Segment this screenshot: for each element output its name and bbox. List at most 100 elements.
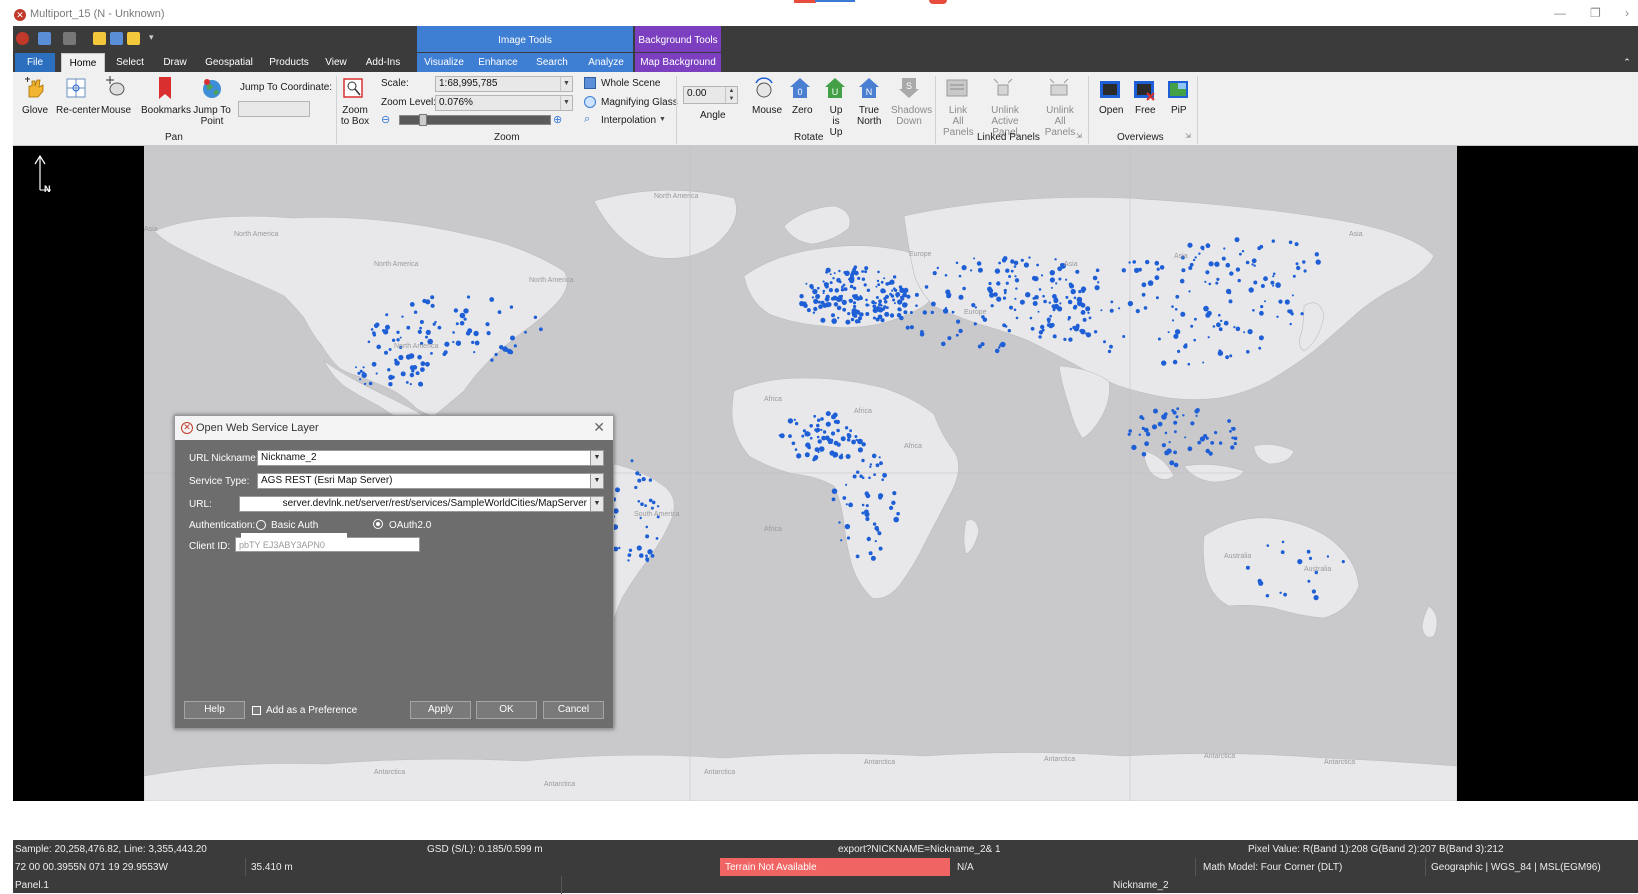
city-marker bbox=[1109, 344, 1113, 349]
add-preference-checkbox[interactable] bbox=[252, 706, 261, 715]
zoom-level-select[interactable]: 0.076% ▼ bbox=[435, 95, 573, 111]
restore-icon[interactable]: ❐ bbox=[1590, 6, 1601, 20]
whole-scene-icon[interactable] bbox=[584, 77, 596, 89]
city-marker bbox=[1065, 295, 1069, 299]
background-tools-label: Background Tools bbox=[638, 35, 718, 46]
undo-icon[interactable] bbox=[38, 32, 51, 45]
ok-button[interactable]: OK bbox=[476, 701, 537, 719]
city-marker bbox=[1220, 319, 1223, 323]
magnifying-glass-label[interactable]: Magnifying Glass bbox=[601, 97, 678, 108]
tab-geospatial[interactable]: Geospatial bbox=[200, 53, 258, 73]
client-id-input[interactable]: pbTY EJ3ABY3APN0 bbox=[235, 537, 420, 552]
layers-icon[interactable] bbox=[110, 32, 123, 45]
tab-enhance[interactable]: Enhance bbox=[471, 53, 525, 73]
edit-icon[interactable] bbox=[127, 32, 140, 45]
map-region-label: Africa bbox=[764, 526, 782, 533]
scale-select[interactable]: 1:68,995,785 ▼ bbox=[435, 76, 573, 92]
basic-auth-radio[interactable] bbox=[256, 520, 266, 530]
city-marker bbox=[1049, 270, 1055, 276]
dialog-launcher-icon[interactable]: ⇲ bbox=[1076, 132, 1082, 140]
panel-readout: Panel.1 bbox=[15, 880, 49, 891]
bookmarks-icon[interactable] bbox=[155, 77, 177, 99]
collapse-ribbon-icon[interactable]: ⌃ bbox=[1620, 53, 1634, 73]
zoom-in-icon[interactable]: ⊕ bbox=[553, 113, 562, 126]
city-marker bbox=[437, 325, 442, 330]
city-marker bbox=[637, 478, 642, 483]
city-marker bbox=[863, 283, 867, 287]
unlink-active-panel-icon[interactable] bbox=[992, 77, 1014, 99]
app-menu-icon[interactable] bbox=[16, 32, 29, 45]
spinner-icon[interactable]: ▲ ▼ bbox=[725, 87, 737, 103]
interpolation-icon[interactable]: ⌕ bbox=[584, 113, 590, 126]
tab-map-background[interactable]: Map Background bbox=[635, 53, 721, 73]
city-marker bbox=[1174, 329, 1181, 335]
map-region-label: Africa bbox=[904, 443, 922, 450]
scale-value: 1:68,995,785 bbox=[439, 78, 498, 89]
link-all-panels-icon[interactable] bbox=[946, 77, 968, 99]
city-marker bbox=[474, 340, 480, 346]
unlink-all-panels-icon[interactable] bbox=[1048, 77, 1070, 99]
magnifying-glass-icon[interactable] bbox=[584, 96, 596, 108]
tab-draw[interactable]: Draw bbox=[156, 53, 194, 73]
redo-icon[interactable] bbox=[63, 32, 76, 45]
close-icon[interactable]: › bbox=[1625, 6, 1629, 20]
city-marker bbox=[398, 354, 404, 361]
url-nickname-select[interactable]: Nickname_2 ▼ bbox=[257, 450, 604, 466]
overview-free-icon[interactable] bbox=[1133, 79, 1155, 101]
city-marker bbox=[1145, 432, 1151, 437]
math-model-readout: Math Model: Four Corner (DLT) bbox=[1203, 862, 1343, 873]
service-type-select[interactable]: AGS REST (Esri Map Server) ▼ bbox=[257, 473, 604, 489]
city-marker bbox=[1048, 323, 1054, 329]
jump-to-coordinate-input[interactable] bbox=[238, 101, 310, 117]
select-icon[interactable] bbox=[93, 32, 106, 45]
recenter-icon[interactable] bbox=[65, 77, 87, 99]
city-marker bbox=[848, 278, 851, 281]
mouse-pan-icon[interactable] bbox=[104, 75, 126, 97]
interpolation-dropdown-icon[interactable]: ▼ bbox=[659, 116, 666, 123]
dialog-launcher-icon[interactable]: ⇲ bbox=[1185, 132, 1191, 140]
pip-icon[interactable] bbox=[1167, 79, 1189, 101]
city-marker bbox=[1121, 268, 1126, 273]
help-button[interactable]: Help bbox=[184, 701, 245, 719]
zoom-out-icon[interactable]: ⊖ bbox=[381, 113, 390, 126]
city-marker bbox=[857, 276, 861, 280]
tab-add-ins[interactable]: Add-Ins bbox=[358, 53, 408, 73]
url-input[interactable]: server.devlnk.net/server/rest/services/S… bbox=[239, 496, 604, 512]
zoom-to-box-icon[interactable] bbox=[342, 77, 364, 99]
tab-view[interactable]: View bbox=[320, 53, 352, 73]
zero-label: Zero bbox=[792, 105, 813, 116]
oauth-radio[interactable] bbox=[373, 519, 383, 529]
tab-visualize[interactable]: Visualize bbox=[417, 53, 471, 73]
interpolation-label[interactable]: Interpolation bbox=[601, 115, 656, 126]
cancel-button[interactable]: Cancel bbox=[543, 701, 604, 719]
tab-analyze[interactable]: Analyze bbox=[579, 53, 633, 73]
globe-icon[interactable] bbox=[201, 77, 223, 99]
zero-rotation-icon[interactable]: 0 bbox=[789, 77, 811, 99]
city-marker bbox=[804, 431, 810, 437]
window-title: Multiport_15 (N - Unknown) bbox=[30, 8, 165, 20]
tab-select[interactable]: Select bbox=[110, 53, 150, 73]
whole-scene-label[interactable]: Whole Scene bbox=[601, 78, 660, 89]
up-is-up-icon[interactable]: U bbox=[824, 77, 846, 99]
overview-open-icon[interactable] bbox=[1099, 79, 1121, 101]
true-north-icon[interactable]: N bbox=[858, 77, 880, 99]
angle-stepper[interactable]: 0.00 ▲ ▼ bbox=[683, 86, 738, 104]
city-marker bbox=[1212, 325, 1216, 328]
rotate-group-label: Rotate bbox=[794, 132, 824, 143]
tab-home[interactable]: Home bbox=[61, 53, 105, 73]
tab-search[interactable]: Search bbox=[525, 53, 579, 73]
shadows-down-icon[interactable]: S bbox=[898, 77, 920, 99]
tab-products[interactable]: Products bbox=[264, 53, 314, 73]
mouse-rotate-icon[interactable] bbox=[753, 77, 775, 99]
tab-file[interactable]: File bbox=[15, 53, 55, 73]
apply-button[interactable]: Apply bbox=[410, 701, 471, 719]
close-icon[interactable]: ✕ bbox=[593, 419, 605, 436]
city-marker bbox=[875, 285, 878, 288]
minimize-icon[interactable]: — bbox=[1554, 6, 1566, 20]
city-marker bbox=[1127, 432, 1131, 436]
customize-icon[interactable]: ▾ bbox=[149, 32, 162, 45]
zoom-slider-thumb[interactable] bbox=[419, 114, 427, 126]
city-marker bbox=[1049, 314, 1052, 318]
zoom-slider[interactable]: ⊖ ⊕ bbox=[381, 113, 571, 127]
glove-icon[interactable] bbox=[24, 77, 46, 99]
